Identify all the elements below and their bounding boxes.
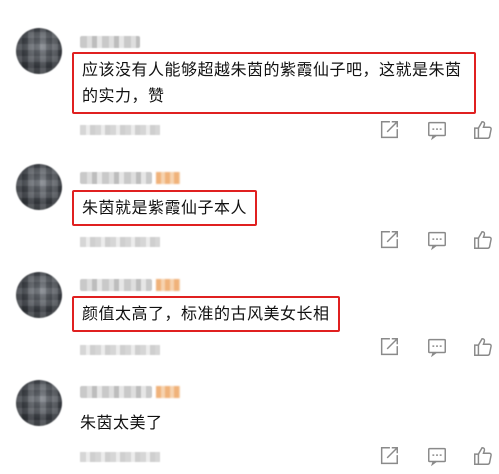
share-button[interactable] xyxy=(377,118,401,142)
username-blurred[interactable] xyxy=(80,36,140,48)
share-icon xyxy=(380,121,398,139)
reply-button[interactable] xyxy=(425,118,449,142)
comment-icon xyxy=(428,231,446,251)
comment-text-content: 朱茵太美了 xyxy=(80,413,163,432)
comment-meta-blurred xyxy=(80,452,160,462)
share-button[interactable] xyxy=(377,444,401,468)
like-button[interactable] xyxy=(471,228,495,252)
user-badge-blurred xyxy=(156,279,180,291)
comment-icon xyxy=(428,121,446,141)
share-icon xyxy=(380,231,398,249)
share-button[interactable] xyxy=(377,228,401,252)
comment-text: 应该没有人能够超越朱茵的紫霞仙子吧，这就是朱茵的实力，赞 xyxy=(72,52,476,114)
comment-text: 朱茵太美了 xyxy=(80,410,163,436)
reply-button[interactable] xyxy=(425,444,449,468)
comment-text: 朱茵就是紫霞仙子本人 xyxy=(72,190,258,226)
avatar[interactable] xyxy=(16,272,62,318)
like-button[interactable] xyxy=(471,335,495,359)
comment-actions xyxy=(339,335,499,359)
user-badge-blurred xyxy=(156,386,180,398)
share-icon xyxy=(380,447,398,465)
comment-text-content: 朱茵就是紫霞仙子本人 xyxy=(82,198,248,217)
avatar[interactable] xyxy=(16,164,62,210)
comment-meta-blurred xyxy=(80,125,160,135)
username-blurred[interactable] xyxy=(80,386,180,398)
reply-button[interactable] xyxy=(425,335,449,359)
share-icon xyxy=(380,338,398,356)
comment-meta-blurred xyxy=(80,237,160,247)
comment-icon xyxy=(428,338,446,358)
comment-actions xyxy=(339,444,499,468)
comment-actions xyxy=(339,118,499,142)
username-blurred[interactable] xyxy=(80,172,180,184)
comment-text-content: 应该没有人能够超越朱茵的紫霞仙子吧，这就是朱茵的实力，赞 xyxy=(82,60,462,105)
comment-text-content: 颜值太高了，标准的古风美女长相 xyxy=(82,304,330,323)
username-blurred[interactable] xyxy=(80,279,180,291)
like-button[interactable] xyxy=(471,444,495,468)
share-button[interactable] xyxy=(377,335,401,359)
avatar[interactable] xyxy=(16,28,62,74)
thumbs-up-icon xyxy=(474,447,492,465)
comment-meta-blurred xyxy=(80,345,160,355)
thumbs-up-icon xyxy=(474,231,492,249)
reply-button[interactable] xyxy=(425,228,449,252)
comment-text: 颜值太高了，标准的古风美女长相 xyxy=(72,296,340,332)
comment-icon xyxy=(428,447,446,467)
like-button[interactable] xyxy=(471,118,495,142)
thumbs-up-icon xyxy=(474,121,492,139)
thumbs-up-icon xyxy=(474,338,492,356)
comment-actions xyxy=(339,228,499,252)
user-badge-blurred xyxy=(156,172,180,184)
avatar[interactable] xyxy=(16,380,62,426)
